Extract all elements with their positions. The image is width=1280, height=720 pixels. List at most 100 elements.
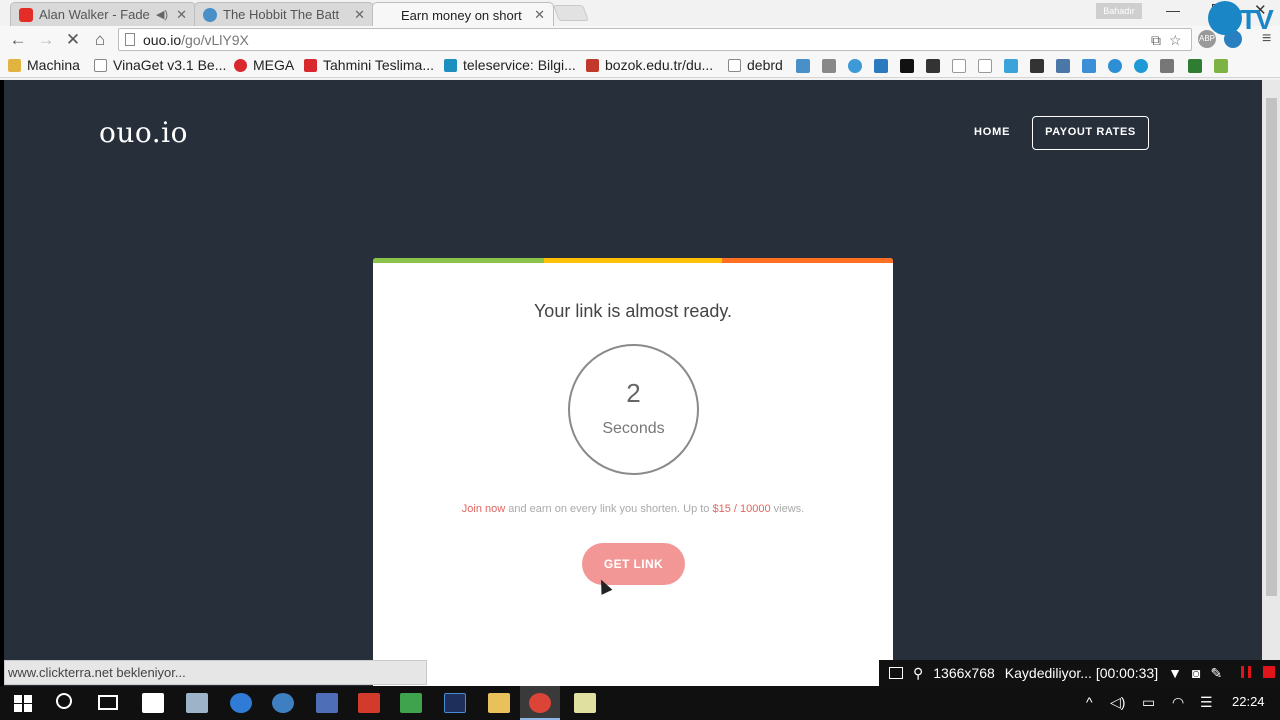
- card-stripe-yellow: [544, 258, 722, 263]
- scrollbar-thumb[interactable]: [1266, 98, 1277, 596]
- bookmark-icon[interactable]: [796, 59, 810, 73]
- recorder-status: Kaydediliyor... [00:00:33]: [1004, 665, 1159, 681]
- address-bar[interactable]: ouo.io/go/vLlY9X ⧉ ☆: [118, 28, 1192, 51]
- tab-strip: Alan Walker - Fade ◀) ✕ The Hobbit The B…: [0, 0, 1280, 27]
- profile-button[interactable]: Bahadır: [1096, 3, 1142, 19]
- chevron-up-icon[interactable]: ^: [1086, 694, 1093, 710]
- payout-rates-button[interactable]: PAYOUT RATES: [1032, 116, 1149, 150]
- new-tab-button[interactable]: [553, 5, 589, 21]
- address-url[interactable]: ouo.io/go/vLlY9X: [143, 32, 249, 48]
- bookmark-mega[interactable]: MEGA: [234, 57, 294, 73]
- pause-icon[interactable]: [1241, 666, 1251, 678]
- tab-title: Earn money on short: [401, 7, 522, 23]
- app-icon[interactable]: [400, 693, 422, 713]
- join-now-link[interactable]: Join now: [462, 503, 505, 515]
- countdown-value: 2: [626, 378, 641, 408]
- back-arrow-icon[interactable]: ←: [8, 30, 28, 50]
- bookmark-icon[interactable]: [822, 59, 836, 73]
- folder-icon: [8, 58, 21, 72]
- forward-arrow-icon[interactable]: →: [36, 30, 56, 50]
- bookmark-machina[interactable]: Machina: [8, 57, 80, 73]
- home-icon[interactable]: ⌂: [90, 30, 110, 50]
- window-select-icon[interactable]: [889, 667, 903, 679]
- app-icon[interactable]: [272, 693, 294, 713]
- close-icon[interactable]: ✕: [534, 7, 545, 23]
- bookmarks-bar: Machina VinaGet v3.1 Be... MEGA Tahmini …: [0, 54, 1280, 78]
- bookmark-icon[interactable]: [1030, 59, 1044, 73]
- vk-icon[interactable]: [1056, 59, 1070, 73]
- bookmark-icon[interactable]: [1214, 59, 1228, 73]
- translate-icon[interactable]: ⧉: [1151, 32, 1161, 49]
- bookmark-bozok[interactable]: bozok.edu.tr/du...: [586, 57, 713, 73]
- screen-recorder-bar: ⚲ 1366x768 Kaydediliyor... [00:00:33] ▼ …: [879, 660, 1280, 686]
- zoom-icon[interactable]: ⚲: [913, 665, 923, 682]
- close-icon[interactable]: ✕: [176, 7, 187, 23]
- minimize-button[interactable]: —: [1166, 2, 1180, 18]
- dropdown-arrow-icon[interactable]: ▼: [1168, 665, 1182, 681]
- chrome-icon[interactable]: [529, 693, 551, 713]
- camera-icon[interactable]: ◙: [1192, 665, 1200, 681]
- bookmark-icon[interactable]: [1134, 59, 1148, 73]
- store-icon[interactable]: [142, 693, 164, 713]
- tab-hobbit[interactable]: The Hobbit The Batt ✕: [194, 2, 374, 26]
- cart-icon: [304, 58, 317, 72]
- file-explorer-icon[interactable]: [488, 693, 510, 713]
- tab-alan-walker[interactable]: Alan Walker - Fade ◀) ✕: [10, 2, 196, 26]
- bookmark-icon[interactable]: [874, 59, 888, 73]
- cloud-icon[interactable]: [848, 59, 862, 73]
- bookmark-icon[interactable]: [1108, 59, 1122, 73]
- speaker-icon[interactable]: ◀): [156, 8, 168, 21]
- tv-icon[interactable]: [1004, 59, 1018, 73]
- bookmark-vinaget[interactable]: VinaGet v3.1 Be...: [94, 57, 226, 73]
- page-icon[interactable]: [952, 59, 966, 73]
- volume-icon[interactable]: ◁): [1110, 694, 1125, 711]
- link-card: Your link is almost ready. 2 Seconds Joi…: [373, 258, 893, 688]
- solidworks-icon[interactable]: [358, 693, 380, 713]
- app-icon[interactable]: [574, 693, 596, 713]
- get-link-button[interactable]: GET LINK: [582, 543, 685, 585]
- youtube-icon: [19, 7, 33, 22]
- bookmark-icon[interactable]: [926, 59, 940, 73]
- app-icon[interactable]: [186, 693, 208, 713]
- t-icon: [444, 58, 457, 72]
- bookmark-icon[interactable]: [1160, 59, 1174, 73]
- edge-icon[interactable]: [230, 693, 252, 713]
- site-logo[interactable]: ouo.io: [99, 116, 188, 149]
- bookmark-icon[interactable]: [900, 59, 914, 73]
- bookmark-teleservice[interactable]: teleservice: Bilgi...: [444, 57, 576, 73]
- bookmark-icon[interactable]: [1082, 59, 1096, 73]
- search-icon[interactable]: [56, 693, 72, 709]
- nav-home-link[interactable]: HOME: [974, 126, 1010, 138]
- bozok-icon: [586, 58, 599, 72]
- wifi-icon[interactable]: ◠: [1172, 694, 1184, 711]
- start-button-icon[interactable]: [14, 695, 32, 712]
- mega-icon: [234, 58, 247, 72]
- notifications-icon[interactable]: ☰: [1200, 694, 1213, 711]
- bookmark-tahmini[interactable]: Tahmini Teslima...: [304, 57, 434, 73]
- app-icon[interactable]: [316, 693, 338, 713]
- pencil-icon[interactable]: ✎: [1210, 665, 1222, 682]
- battery-icon[interactable]: ▭: [1142, 694, 1155, 711]
- stop-record-icon[interactable]: [1263, 666, 1275, 678]
- bookmark-icon[interactable]: [1188, 59, 1202, 73]
- watermark-tv-icon: TV: [1240, 4, 1274, 35]
- page-icon: [94, 58, 107, 72]
- page-icon[interactable]: [978, 59, 992, 73]
- taskbar-clock[interactable]: 22:24: [1232, 694, 1265, 709]
- photoshop-icon[interactable]: [444, 693, 466, 713]
- bookmark-star-icon[interactable]: ☆: [1169, 32, 1182, 49]
- page-icon: [381, 8, 395, 22]
- bookmark-debrd[interactable]: debrd: [728, 57, 783, 73]
- page-scrollbar[interactable]: [1262, 80, 1280, 688]
- tab-title: The Hobbit The Batt: [223, 7, 340, 22]
- page-info-icon[interactable]: [125, 33, 135, 46]
- promo-text: Join now and earn on every link you shor…: [461, 503, 805, 515]
- payout-rate: $15 / 10000: [712, 503, 771, 515]
- tab-ouo[interactable]: Earn money on short ✕: [372, 2, 554, 27]
- stop-icon[interactable]: ✕: [63, 30, 83, 50]
- watermark-circle-icon: [1208, 1, 1242, 35]
- task-view-icon[interactable]: [98, 695, 118, 710]
- card-title: Your link is almost ready.: [533, 301, 733, 321]
- toolbar: ← → ✕ ⌂ ouo.io/go/vLlY9X ⧉ ☆ ABP ≡: [0, 26, 1280, 54]
- close-icon[interactable]: ✕: [354, 7, 365, 23]
